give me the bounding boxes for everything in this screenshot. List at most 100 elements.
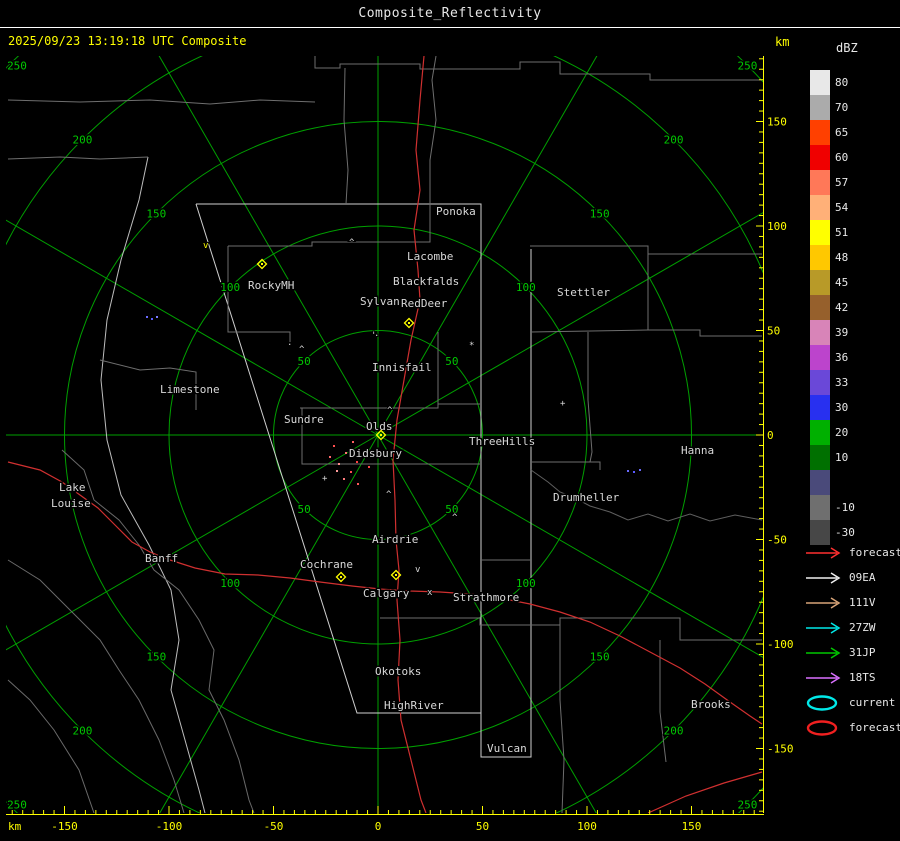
colorbar-value-label: 60	[835, 151, 849, 164]
bottom-axis-unit-label: km	[8, 820, 22, 833]
legend-item-label: 09EA	[849, 571, 876, 584]
right-axis-label: 150	[767, 116, 787, 129]
legend-row: forecast	[804, 540, 900, 565]
city-label: Louise	[51, 497, 91, 510]
radar-site-icon	[261, 263, 263, 265]
window-titlebar: Composite_Reflectivity	[0, 0, 900, 28]
county-boundary	[587, 332, 593, 463]
radar-map-canvas[interactable]: 50 50 50 50 100 100 100 100 150 150 150 150 200 200 20…	[0, 0, 800, 841]
echo-pixel	[352, 441, 354, 443]
echo-pixel	[329, 456, 331, 458]
ring-distance-label: 200	[664, 133, 684, 146]
legend-symbol-arrow-icon	[806, 546, 841, 559]
city-label: Airdrie	[372, 533, 418, 546]
colorbar-segment	[810, 120, 830, 145]
legend-row: 27ZW	[804, 615, 900, 640]
km-unit-label-top: km	[775, 35, 790, 49]
colorbar-value-label: 54	[835, 201, 849, 214]
city-label: Lake	[59, 481, 86, 494]
echo-pixel	[338, 463, 340, 465]
legend-sidebar: dBZ forecast 09EA 111V 27ZW 31JP 18TS current f…	[800, 27, 900, 841]
map-symbol: v	[415, 565, 420, 575]
legend-symbol-ellipse-icon	[806, 694, 838, 711]
map-symbol: .	[374, 329, 379, 339]
colorbar-segment	[810, 145, 830, 170]
echo-pixel	[633, 471, 635, 473]
colorbar-segment	[810, 170, 830, 195]
colorbar-value-label: 39	[835, 326, 849, 339]
city-label: Hanna	[681, 444, 714, 457]
window-title: Composite_Reflectivity	[358, 6, 542, 21]
radar-site-icon	[408, 322, 410, 324]
colorbar-segment	[810, 370, 830, 395]
map-symbol: *	[469, 341, 474, 351]
range-ring	[6, 56, 764, 813]
map-symbol: ^	[386, 490, 392, 500]
county-boundary	[7, 99, 316, 105]
right-axis: 150 100 50 0 -50 -100 -150	[756, 56, 794, 813]
legend-symbol-arrow-icon	[806, 671, 841, 684]
ring-distance-label: 200	[72, 133, 92, 146]
legend-item-label: 27ZW	[849, 621, 876, 634]
county-boundary	[647, 254, 762, 337]
legend-item-label: 31JP	[849, 646, 876, 659]
city-label: Calgary	[363, 587, 410, 600]
legend-row: forecast	[804, 715, 900, 740]
colorbar-value-label: 30	[835, 401, 849, 414]
colorbar-segment	[810, 295, 830, 320]
legend-item-label: 111V	[849, 596, 876, 609]
timestamp-label: 2025/09/23 13:19:18 UTC Composite	[8, 34, 247, 48]
city-label: ThreeHills	[469, 435, 535, 448]
echo-pixel	[356, 461, 358, 463]
county-boundary	[429, 56, 437, 204]
county-boundary	[559, 625, 565, 813]
city-label: Didsbury	[349, 447, 402, 460]
colorbar-value-label: 10	[835, 451, 849, 464]
colorbar-value-label: 20	[835, 426, 849, 439]
ring-distance-label: 100	[516, 281, 536, 294]
city-label: Limestone	[160, 383, 220, 396]
legend-row: 111V	[804, 590, 900, 615]
colorbar-value-label: -10	[835, 501, 855, 514]
radar-sector-outline	[480, 249, 532, 758]
legend-symbol-arrow-icon	[806, 646, 841, 659]
echo-pixel	[345, 452, 347, 454]
echo-pixel	[639, 469, 641, 471]
colorbar-segment	[810, 445, 830, 470]
city-label: Cochrane	[300, 558, 353, 571]
county-boundary	[228, 204, 431, 247]
county-boundary	[314, 56, 762, 81]
ring-distance-label: 100	[220, 281, 240, 294]
radar-site-icon	[395, 574, 397, 576]
colorbar-value-label: 33	[835, 376, 849, 389]
echo-pixel	[336, 470, 338, 472]
county-boundary	[530, 329, 649, 333]
ring-distance-label: 150	[146, 207, 166, 220]
colorbar-value-label: 42	[835, 301, 849, 314]
legend-item-label: 18TS	[849, 671, 876, 684]
city-label: Stettler	[557, 286, 610, 299]
colorbar-value-label: 45	[835, 276, 849, 289]
ring-distance-label: 50	[297, 355, 310, 368]
colorbar-segment	[810, 70, 830, 95]
ring-distance-label: 200	[72, 725, 92, 738]
region-boundary	[100, 156, 206, 813]
colorbar-segment	[810, 345, 830, 370]
map-layer: 50 5050 50100 100100 100150 150150 150200 20020…	[6, 56, 764, 813]
colorbar	[810, 70, 830, 545]
echo-pixel	[343, 478, 345, 480]
city-label: Lacombe	[407, 250, 453, 263]
ring-distance-label: 250	[7, 798, 27, 811]
legend-symbol-ellipse-icon	[806, 719, 838, 736]
colorbar-value-label: 70	[835, 101, 849, 114]
legend-row: current	[804, 690, 900, 715]
city-label: Okotoks	[375, 665, 421, 678]
map-symbol: +	[560, 399, 566, 409]
echo-pixel	[627, 470, 629, 472]
city-label: Banff	[145, 552, 178, 565]
map-symbol: x	[427, 588, 433, 598]
map-symbol: ^	[299, 345, 305, 355]
colorbar-segment	[810, 395, 830, 420]
bottom-axis-label: 100	[577, 820, 597, 833]
colorbar-value-label: -30	[835, 526, 855, 539]
